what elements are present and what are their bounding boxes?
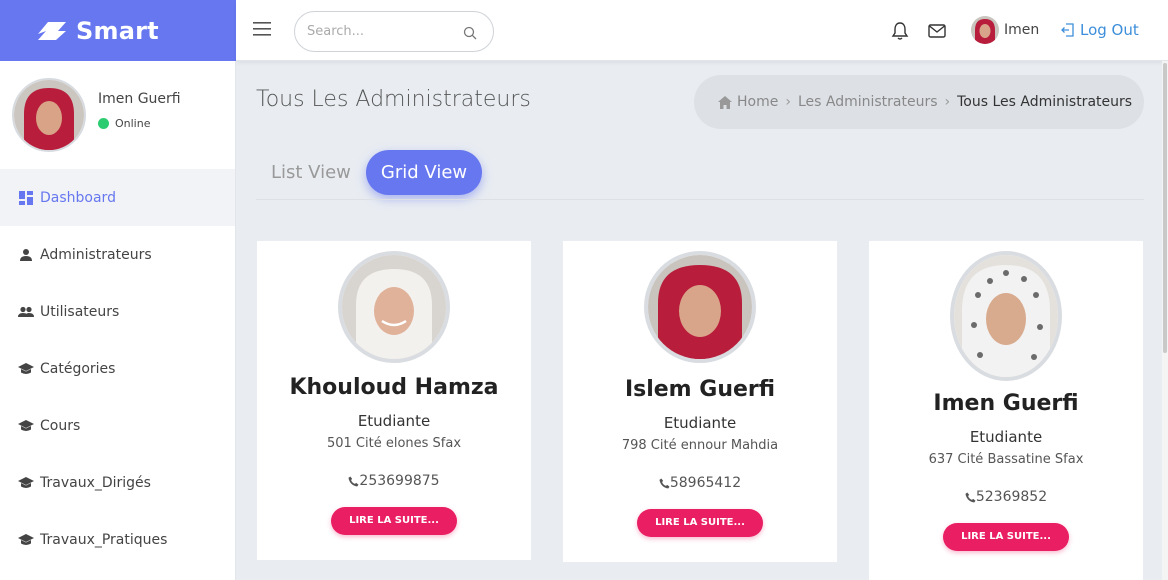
header-user-name: Imen (1004, 22, 1040, 38)
view-tabs: List View Grid View (256, 150, 483, 195)
sidebar-item-travaux-diriges[interactable]: Travaux_Dirigés (0, 454, 235, 511)
search-input[interactable] (307, 12, 457, 51)
sidebar-item-label: Travaux_Pratiques (40, 531, 168, 548)
top-header: Imen Log Out (236, 0, 1168, 61)
sidebar-item-cours[interactable]: Cours (0, 397, 235, 454)
read-more-button[interactable]: LIRE LA SUITE... (331, 507, 457, 535)
admin-phone-number: 253699875 (359, 473, 440, 489)
page-scrollbar[interactable] (1162, 61, 1168, 580)
admin-name: Imen Guerfi (933, 391, 1079, 416)
user-info: Imen Guerfi Online (98, 91, 181, 130)
graduation-cap-icon (18, 532, 34, 548)
phone-icon (348, 475, 359, 487)
admin-avatar[interactable] (644, 251, 756, 363)
admin-phone: 52369852 (869, 489, 1143, 505)
sidebar-item-categories[interactable]: Catégories (0, 340, 235, 397)
tab-list-view[interactable]: List View (256, 150, 366, 195)
logout-label: Log Out (1080, 21, 1139, 39)
breadcrumb-separator: › (785, 94, 791, 110)
user-name: Imen Guerfi (98, 90, 181, 107)
sidebar-item-label: Travaux_Dirigés (40, 474, 151, 491)
admin-address: 501 Cité elones Sfax (326, 436, 462, 451)
admin-phone-number: 58965412 (669, 475, 742, 491)
admin-card: Khouloud Hamza Etudiante 501 Cité elones… (257, 241, 531, 560)
page-title: Tous Les Administrateurs (256, 87, 531, 112)
read-more-button[interactable]: LIRE LA SUITE... (637, 509, 763, 537)
bell-icon[interactable] (890, 21, 910, 41)
breadcrumb-administrateurs[interactable]: Les Administrateurs (798, 94, 938, 110)
read-more-button[interactable]: LIRE LA SUITE... (943, 523, 1069, 551)
online-status-dot (98, 117, 109, 129)
hamburger-menu-icon[interactable] (253, 20, 273, 38)
sidebar-item-label: Utilisateurs (40, 303, 120, 320)
graduation-cap-icon (18, 418, 34, 434)
breadcrumb: Home › Les Administrateurs › Tous Les Ad… (694, 75, 1144, 129)
header-avatar (971, 16, 999, 44)
graduation-cap-icon (18, 475, 34, 491)
sidebar-item-administrateurs[interactable]: Administrateurs (0, 226, 235, 283)
admin-phone: 253699875 (257, 473, 531, 489)
search-icon[interactable] (463, 26, 477, 40)
sidebar-item-travaux-pratiques[interactable]: Travaux_Pratiques (0, 511, 235, 568)
admin-phone-number: 52369852 (975, 489, 1048, 505)
breadcrumb-separator: › (944, 94, 951, 110)
admin-avatar[interactable] (950, 251, 1062, 381)
admin-role: Etudiante (357, 412, 431, 430)
admin-phone: 58965412 (563, 475, 837, 491)
phone-icon (659, 477, 670, 489)
dashboard-icon (18, 190, 34, 206)
brand-logo-area[interactable]: Smart (0, 0, 236, 61)
user-panel: Imen Guerfi Online (0, 61, 235, 169)
brand-name: Smart (76, 16, 159, 45)
admin-role: Etudiante (969, 428, 1043, 446)
sidebar-item-dashboard[interactable]: Dashboard (0, 169, 235, 226)
scrollbar-thumb[interactable] (1163, 63, 1167, 353)
admin-address: 798 Cité ennour Mahdia (621, 438, 779, 453)
graduation-cap-icon (18, 361, 34, 377)
admin-avatar[interactable] (338, 251, 450, 363)
status-label: Online (115, 116, 151, 130)
logout-button[interactable]: Log Out (1060, 21, 1139, 39)
admin-name: Islem Guerfi (624, 377, 776, 402)
sidebar-item-label: Cours (40, 417, 81, 434)
header-user-menu[interactable]: Imen (971, 16, 1039, 44)
search-box (294, 11, 494, 52)
admin-card: Imen Guerfi Etudiante 637 Cité Bassatine… (869, 241, 1143, 580)
sidebar-item-utilisateurs[interactable]: Utilisateurs (0, 283, 235, 340)
user-avatar[interactable] (12, 78, 86, 152)
admin-name: Khouloud Hamza (289, 375, 499, 400)
tab-grid-view[interactable]: Grid View (365, 150, 483, 195)
phone-icon (965, 491, 976, 503)
smart-logo-icon (38, 21, 66, 40)
sidebar-menu: Dashboard Administrateurs Utilisateurs C… (0, 169, 235, 568)
admin-role: Etudiante (663, 414, 737, 432)
admin-address: 637 Cité Bassatine Sfax (928, 452, 1084, 467)
sidebar-item-label: Administrateurs (40, 246, 152, 263)
sidebar: Imen Guerfi Online Dashboard Administrat… (0, 61, 236, 580)
logout-icon (1061, 23, 1074, 37)
tabs-divider (256, 199, 1144, 200)
breadcrumb-home[interactable]: Home (737, 94, 778, 110)
user-status: Online (98, 117, 181, 130)
sidebar-item-label: Catégories (40, 360, 116, 377)
people-icon (18, 304, 34, 320)
admin-card: Islem Guerfi Etudiante 798 Cité ennour M… (563, 241, 837, 562)
person-icon (18, 247, 34, 263)
sidebar-item-label: Dashboard (40, 189, 116, 206)
mail-icon[interactable] (927, 21, 947, 41)
home-icon (718, 95, 732, 109)
breadcrumb-current: Tous Les Administrateurs (957, 94, 1133, 110)
